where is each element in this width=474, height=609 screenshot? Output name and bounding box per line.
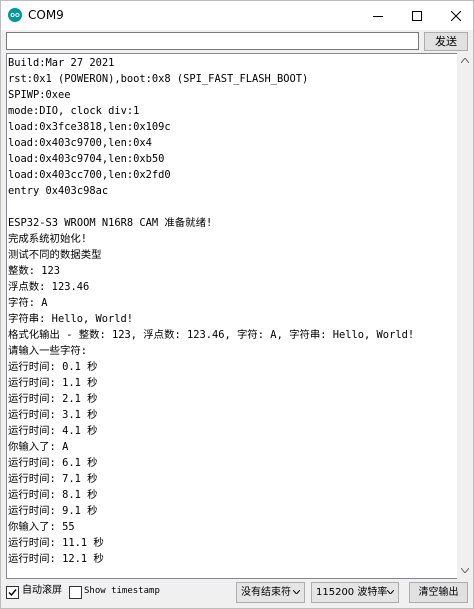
maximize-button[interactable]	[398, 1, 436, 30]
line-ending-value: 没有结束符	[241, 587, 291, 598]
close-icon	[451, 10, 461, 21]
output-line: 字符: A	[8, 297, 48, 309]
serial-output[interactable]: Build:Mar 27 2021 rst:0x1 (POWERON),boot:…	[6, 53, 458, 579]
arduino-icon	[8, 8, 22, 22]
output-line: 字符串: Hello, World!	[8, 313, 134, 325]
output-line: 运行时间: 2.1 秒	[8, 393, 98, 405]
output-line: 运行时间: 8.1 秒	[8, 489, 98, 501]
output-line: 运行时间: 3.1 秒	[8, 409, 98, 421]
output-line: 运行时间: 11.1 秒	[8, 537, 104, 549]
output-line: 格式化输出 - 整数: 123, 浮点数: 123.46, 字符: A, 字符串…	[8, 329, 415, 341]
window-title: COM9	[28, 8, 64, 22]
scroll-down-arrow-icon[interactable]	[457, 563, 472, 578]
line-ending-select[interactable]: 没有结束符	[236, 582, 305, 603]
output-line: load:0x403cc700,len:0x2fd0	[8, 169, 171, 181]
output-line: 运行时间: 12.1 秒	[8, 553, 104, 565]
baud-rate-value: 115200 波特率	[316, 587, 388, 598]
checkmark-icon	[8, 589, 17, 597]
output-line: 你输入了: A	[8, 441, 69, 453]
output-line: 浮点数: 123.46	[8, 281, 90, 293]
output-line: 运行时间: 1.1 秒	[8, 377, 98, 389]
send-button[interactable]: 发送	[424, 32, 468, 51]
output-line: 运行时间: 7.1 秒	[8, 473, 98, 485]
output-line: 完成系统初始化!	[8, 233, 87, 245]
output-line: load:0x403c9700,len:0x4	[8, 137, 152, 149]
output-line: load:0x3fce3818,len:0x109c	[8, 121, 171, 133]
output-line: 运行时间: 6.1 秒	[8, 457, 98, 469]
output-line: load:0x403c9704,len:0xb50	[8, 153, 165, 165]
vertical-scrollbar[interactable]	[457, 53, 472, 579]
scroll-up-arrow-icon[interactable]	[457, 53, 472, 68]
output-line: ESP32-S3 WROOM N16R8 CAM 准备就绪!	[8, 217, 213, 229]
chevron-down-icon	[293, 590, 300, 594]
serial-monitor-window: COM9 发送 Build:Mar 27 2021 rst:0x1 (POWERO…	[0, 0, 474, 609]
clear-output-button[interactable]: 清空输出	[409, 582, 468, 603]
output-line: entry 0x403c98ac	[8, 185, 109, 197]
minimize-button[interactable]	[359, 1, 397, 30]
output-line: 运行时间: 9.1 秒	[8, 505, 98, 517]
baud-rate-select[interactable]: 115200 波特率	[311, 582, 399, 603]
show-timestamp-label: Show timestamp	[84, 586, 160, 596]
maximize-icon	[412, 10, 422, 21]
close-button[interactable]	[437, 1, 474, 30]
autoscroll-label: 自动滚屏	[22, 585, 62, 596]
output-line: 测试不同的数据类型	[8, 249, 102, 261]
output-line: mode:DIO, clock div:1	[8, 105, 140, 117]
autoscroll-checkbox[interactable]	[6, 586, 19, 599]
output-line: 请输入一些字符:	[8, 345, 87, 357]
output-line: 你输入了: 55	[8, 521, 75, 533]
output-line: 运行时间: 4.1 秒	[8, 425, 98, 437]
output-line: Build:Mar 27 2021	[8, 57, 115, 69]
chevron-down-icon	[387, 590, 394, 594]
send-input[interactable]	[6, 32, 419, 50]
output-line: 运行时间: 0.1 秒	[8, 361, 98, 373]
show-timestamp-checkbox[interactable]	[69, 586, 82, 599]
output-line: SPIWP:0xee	[8, 89, 71, 101]
minimize-icon	[373, 15, 383, 17]
output-line: rst:0x1 (POWERON),boot:0x8 (SPI_FAST_FLA…	[8, 73, 309, 85]
title-bar: COM9	[1, 1, 473, 30]
output-line: 整数: 123	[8, 265, 61, 277]
